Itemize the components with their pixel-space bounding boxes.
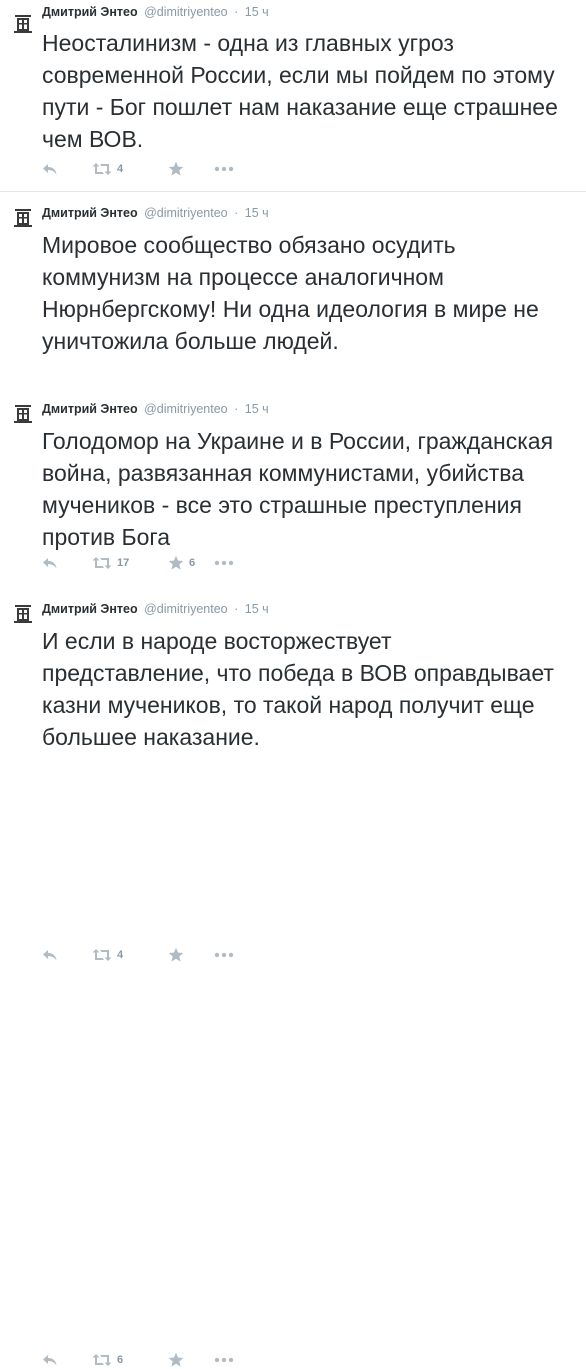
tweet-text: Голодомор на Украине и в России, граждан… — [42, 428, 554, 550]
retweet-icon — [92, 1354, 112, 1366]
header-separator: · — [234, 602, 239, 616]
more-icon — [214, 952, 234, 958]
tweet-text: И если в народе восторжествует представл… — [42, 628, 554, 750]
favorite-button[interactable] — [168, 161, 214, 177]
tweet-header: Дмитрий Энтео @dimitriyenteo · 15 ч — [42, 204, 269, 222]
more-icon — [214, 166, 234, 172]
avatar-icon[interactable] — [12, 602, 34, 624]
author-name[interactable]: Дмитрий Энтео — [42, 206, 138, 220]
author-name[interactable]: Дмитрий Энтео — [42, 5, 138, 19]
tweet-actions: 4 — [42, 946, 234, 964]
header-separator: · — [234, 5, 239, 19]
tweet-feed: Дмитрий Энтео @dimitriyenteo · 15 ч Неос… — [0, 0, 586, 1367]
reply-icon — [43, 950, 57, 961]
tweet-header: Дмитрий Энтео @dimitriyenteo · 15 ч — [42, 3, 269, 21]
reply-icon — [43, 164, 57, 175]
retweet-count: 6 — [117, 1354, 124, 1366]
reply-button[interactable] — [42, 162, 92, 176]
retweet-button[interactable]: 4 — [92, 162, 168, 176]
tweet-actions: 4 — [42, 160, 234, 178]
retweet-icon — [92, 163, 112, 175]
more-button[interactable] — [214, 952, 234, 958]
header-separator: · — [234, 402, 239, 416]
retweet-button[interactable]: 4 — [92, 948, 168, 962]
retweet-count: 4 — [117, 163, 124, 175]
retweet-count: 4 — [117, 949, 124, 961]
favorite-button[interactable] — [168, 1352, 214, 1368]
tweet-timestamp[interactable]: 15 ч — [245, 206, 269, 220]
tweet-header: Дмитрий Энтео @dimitriyenteo · 15 ч — [42, 400, 269, 418]
author-name[interactable]: Дмитрий Энтео — [42, 602, 138, 616]
avatar-icon[interactable] — [12, 12, 34, 34]
header-separator: · — [234, 206, 239, 220]
more-icon — [214, 1357, 234, 1363]
star-icon — [168, 161, 184, 176]
tweet-header: Дмитрий Энтео @dimitriyenteo · 15 ч — [42, 600, 269, 618]
tweet-text: Неосталинизм - одна из главных угроз сов… — [42, 30, 558, 152]
tweet[interactable]: Дмитрий Энтео @dimitriyenteo · 15 ч Голо… — [0, 389, 586, 962]
author-name[interactable]: Дмитрий Энтео — [42, 402, 138, 416]
author-username[interactable]: @dimitriyenteo — [144, 402, 228, 416]
more-button[interactable] — [214, 1357, 234, 1363]
tweet[interactable]: Дмитрий Энтео @dimitriyenteo · 15 ч Миро… — [0, 193, 586, 570]
retweet-button[interactable]: 6 — [92, 1353, 168, 1367]
tweet-timestamp[interactable]: 15 ч — [245, 402, 269, 416]
reply-icon — [43, 1355, 57, 1366]
more-button[interactable] — [214, 166, 234, 172]
tweet[interactable]: Дмитрий Энтео @dimitriyenteo · 15 ч Неос… — [0, 0, 586, 192]
tweet-timestamp[interactable]: 15 ч — [245, 5, 269, 19]
tweet-timestamp[interactable]: 15 ч — [245, 602, 269, 616]
retweet-icon — [92, 949, 112, 961]
star-icon — [168, 947, 184, 962]
reply-button[interactable] — [42, 1353, 92, 1367]
author-username[interactable]: @dimitriyenteo — [144, 206, 228, 220]
avatar-icon[interactable] — [12, 402, 34, 424]
star-icon — [168, 1352, 184, 1367]
reply-button[interactable] — [42, 948, 92, 962]
tweet-actions: 6 — [42, 1351, 234, 1369]
author-username[interactable]: @dimitriyenteo — [144, 5, 228, 19]
favorite-button[interactable] — [168, 947, 214, 963]
tweet-text: Мировое сообщество обязано осудить комму… — [42, 232, 539, 354]
avatar-icon[interactable] — [12, 206, 34, 228]
tweet[interactable]: Дмитрий Энтео @dimitriyenteo · 15 ч И ес… — [0, 589, 586, 1367]
author-username[interactable]: @dimitriyenteo — [144, 602, 228, 616]
